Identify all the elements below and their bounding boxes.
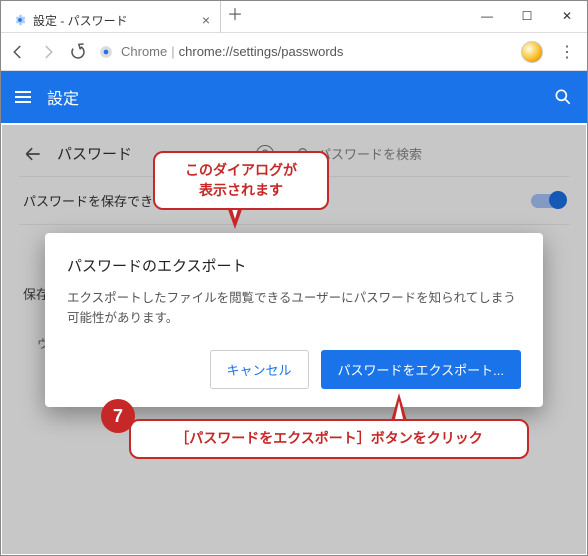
- step-number-badge: 7: [101, 399, 135, 433]
- window-minimize-button[interactable]: —: [467, 1, 507, 31]
- window-maximize-button[interactable]: ☐: [507, 1, 547, 31]
- dialog-actions: キャンセル パスワードをエクスポート...: [67, 350, 521, 389]
- cancel-button[interactable]: キャンセル: [210, 350, 309, 389]
- url-bar: Chrome|chrome://settings/passwords ⋮: [1, 33, 587, 71]
- settings-header: 設定: [1, 71, 587, 123]
- export-passwords-dialog: パスワードのエクスポート エクスポートしたファイルを閲覧できるユーザーにパスワー…: [45, 233, 543, 407]
- menu-icon[interactable]: [15, 91, 31, 103]
- window-close-button[interactable]: ✕: [547, 1, 587, 31]
- window-controls: — ☐ ✕: [467, 1, 587, 31]
- new-tab-button[interactable]: ＋: [221, 1, 249, 25]
- callout-tail: [391, 393, 407, 421]
- nav-forward-button: [39, 43, 57, 61]
- settings-title: 設定: [47, 85, 79, 109]
- nav-reload-button[interactable]: [69, 43, 87, 61]
- dialog-title: パスワードのエクスポート: [67, 255, 521, 276]
- window-titlebar: 設定 - パスワード × ＋ — ☐ ✕: [1, 1, 587, 33]
- tab-close-icon[interactable]: ×: [202, 12, 210, 28]
- settings-search-button[interactable]: [553, 87, 573, 107]
- dialog-body: エクスポートしたファイルを閲覧できるユーザーにパスワードを知られてしまう可能性が…: [67, 288, 521, 328]
- chrome-icon: [99, 45, 113, 59]
- gear-icon: [13, 13, 27, 27]
- callout-click-export: ［パスワードをエクスポート］ボタンをクリック: [129, 419, 529, 459]
- browser-menu-button[interactable]: ⋮: [555, 42, 579, 62]
- nav-back-button[interactable]: [9, 43, 27, 61]
- profile-avatar[interactable]: [521, 41, 543, 63]
- tab-title: 設定 - パスワード: [33, 12, 196, 29]
- address-bar[interactable]: Chrome|chrome://settings/passwords: [99, 44, 509, 59]
- export-passwords-button[interactable]: パスワードをエクスポート...: [321, 350, 521, 389]
- browser-tab[interactable]: 設定 - パスワード ×: [1, 1, 221, 33]
- callout-dialog-shown: このダイアログが 表示されます: [153, 151, 329, 210]
- address-text: Chrome|chrome://settings/passwords: [121, 44, 343, 59]
